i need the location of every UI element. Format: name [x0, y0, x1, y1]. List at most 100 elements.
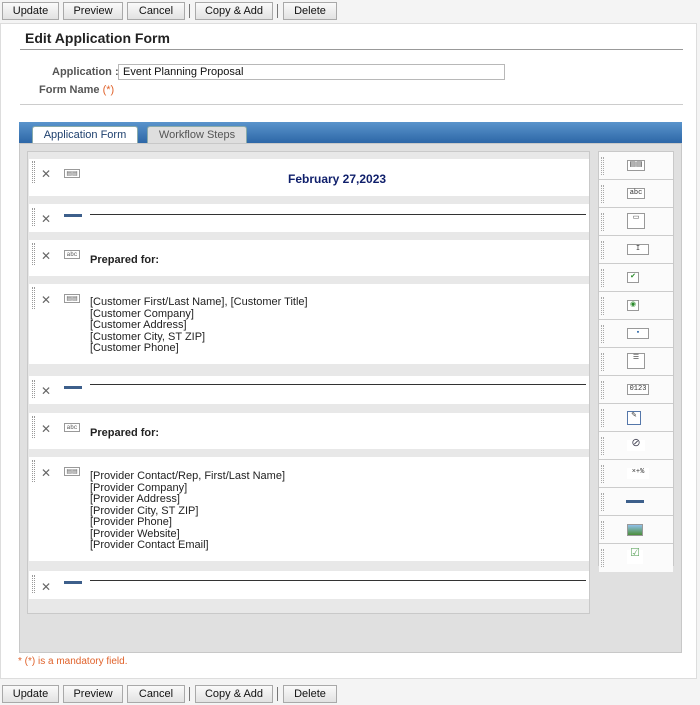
cancel-button[interactable]: Cancel	[127, 685, 185, 703]
palette-text-input[interactable]: I	[599, 236, 673, 264]
drag-handle[interactable]	[601, 353, 604, 371]
drag-handle[interactable]	[32, 161, 35, 183]
separator-icon	[626, 500, 644, 503]
provider-block: [Provider Contact/Rep, First/Last Name] …	[90, 470, 286, 551]
toolbar-separator	[277, 4, 278, 18]
delete-button[interactable]: Delete	[283, 2, 337, 20]
drag-handle[interactable]	[32, 243, 35, 265]
palette-radio[interactable]: ◉	[599, 292, 673, 320]
palette-dropdown[interactable]: ▪	[599, 320, 673, 348]
remove-icon[interactable]: ✕	[41, 168, 51, 180]
application-label: Application :	[52, 66, 119, 78]
tab-bar: Application Form Workflow Steps	[19, 122, 682, 143]
drag-handle[interactable]	[601, 493, 604, 511]
form-name-label: Form Name (*)	[39, 84, 115, 96]
field-palette: ▤▤ abc ▭ I ✔ ◉ ▪ ☰ 0123 ✎ ⊘ ×+% ☑	[598, 151, 674, 572]
separator-icon	[64, 386, 82, 389]
drag-handle[interactable]	[601, 437, 604, 455]
drag-handle[interactable]	[601, 409, 604, 427]
date-picker-icon: ✎	[627, 411, 641, 425]
form-canvas: ✕ ▤▤ February 27,2023 ✕ ✕ abc Prepared f…	[27, 151, 590, 614]
drag-handle[interactable]	[601, 157, 604, 175]
palette-listbox[interactable]: ☰	[599, 348, 673, 376]
toolbar-separator	[189, 687, 190, 701]
remove-icon[interactable]: ✕	[41, 467, 51, 479]
form-row-customer[interactable]: ✕ ▤▤ [Customer First/Last Name], [Custom…	[29, 284, 589, 364]
drag-handle[interactable]	[32, 575, 35, 593]
listbox-icon: ☰	[627, 353, 645, 369]
toolbar-separator	[277, 687, 278, 701]
preview-button[interactable]: Preview	[63, 2, 123, 20]
palette-rich-text[interactable]: ▤▤	[599, 152, 673, 180]
drag-handle[interactable]	[32, 287, 35, 309]
palette-image[interactable]	[599, 516, 673, 544]
palette-number[interactable]: 0123	[599, 376, 673, 404]
drag-handle[interactable]	[601, 521, 604, 539]
palette-user-picker[interactable]: ☑	[599, 544, 673, 572]
form-row-provider[interactable]: ✕ ▤▤ [Provider Contact/Rep, First/Last N…	[29, 457, 589, 561]
palette-separator[interactable]	[599, 488, 673, 516]
drag-handle[interactable]	[601, 241, 604, 259]
required-marker: (*)	[102, 84, 115, 96]
text-label-icon: abc	[627, 188, 645, 199]
palette-textarea[interactable]: ▭	[599, 208, 673, 236]
palette-formula[interactable]: ×+%	[599, 460, 673, 488]
form-row-date[interactable]: ✕ ▤▤ February 27,2023	[29, 159, 589, 196]
remove-icon[interactable]: ✕	[41, 423, 51, 435]
drag-handle[interactable]	[32, 460, 35, 482]
remove-icon[interactable]: ✕	[41, 250, 51, 262]
palette-text-label[interactable]: abc	[599, 180, 673, 208]
form-row-separator[interactable]: ✕	[29, 204, 589, 232]
form-row-text[interactable]: ✕ abc Prepared for:	[29, 413, 589, 449]
tab-workflow-steps[interactable]: Workflow Steps	[147, 126, 247, 143]
date-text: February 27,2023	[288, 172, 387, 186]
separator-line	[90, 384, 586, 385]
tab-application-form[interactable]: Application Form	[32, 126, 138, 143]
remove-icon[interactable]: ✕	[41, 294, 51, 306]
textarea-icon: ▭	[627, 213, 645, 229]
application-input[interactable]	[118, 64, 505, 80]
drag-handle[interactable]	[601, 325, 604, 343]
title-divider	[20, 49, 683, 50]
palette-checkbox[interactable]: ✔	[599, 264, 673, 292]
drag-handle[interactable]	[601, 381, 604, 399]
form-row-separator[interactable]: ✕	[29, 376, 589, 404]
drag-handle[interactable]	[601, 269, 604, 287]
drag-handle[interactable]	[601, 213, 604, 231]
update-button[interactable]: Update	[2, 685, 59, 703]
remove-icon[interactable]: ✕	[41, 385, 51, 397]
preview-button[interactable]: Preview	[63, 685, 123, 703]
cancel-button[interactable]: Cancel	[127, 2, 185, 20]
drag-handle[interactable]	[601, 297, 604, 315]
copy-add-button[interactable]: Copy & Add	[195, 2, 273, 20]
drag-handle[interactable]	[601, 549, 604, 567]
drag-handle[interactable]	[32, 208, 35, 226]
form-row-separator[interactable]: ✕	[29, 571, 589, 599]
rich-text-icon: ▤▤	[64, 169, 80, 178]
drag-handle[interactable]	[601, 465, 604, 483]
separator-icon	[64, 581, 82, 584]
top-toolbar: Update Preview Cancel Copy & Add Delete	[0, 0, 337, 22]
form-divider	[20, 104, 683, 105]
drag-handle[interactable]	[32, 416, 35, 438]
form-row-text[interactable]: ✕ abc Prepared for:	[29, 240, 589, 276]
text-label-icon: abc	[64, 423, 80, 432]
drag-handle[interactable]	[32, 380, 35, 398]
update-button[interactable]: Update	[2, 2, 59, 20]
customer-block: [Customer First/Last Name], [Customer Ti…	[90, 296, 308, 354]
remove-icon[interactable]: ✕	[41, 213, 51, 225]
formula-icon: ×+%	[627, 468, 649, 479]
form-designer-area: ✕ ▤▤ February 27,2023 ✕ ✕ abc Prepared f…	[19, 143, 682, 653]
number-field-icon: 0123	[627, 384, 649, 395]
mandatory-note: * (*) is a mandatory field.	[18, 656, 128, 667]
edit-form-panel: Edit Application Form Application : Form…	[0, 23, 697, 679]
drag-handle[interactable]	[601, 185, 604, 203]
copy-add-button[interactable]: Copy & Add	[195, 685, 273, 703]
delete-button[interactable]: Delete	[283, 685, 337, 703]
attachment-icon: ⊘	[627, 439, 645, 451]
user-picker-icon: ☑	[627, 549, 643, 564]
palette-date[interactable]: ✎	[599, 404, 673, 432]
palette-attachment[interactable]: ⊘	[599, 432, 673, 460]
checkbox-icon: ✔	[627, 272, 639, 283]
remove-icon[interactable]: ✕	[41, 581, 51, 593]
